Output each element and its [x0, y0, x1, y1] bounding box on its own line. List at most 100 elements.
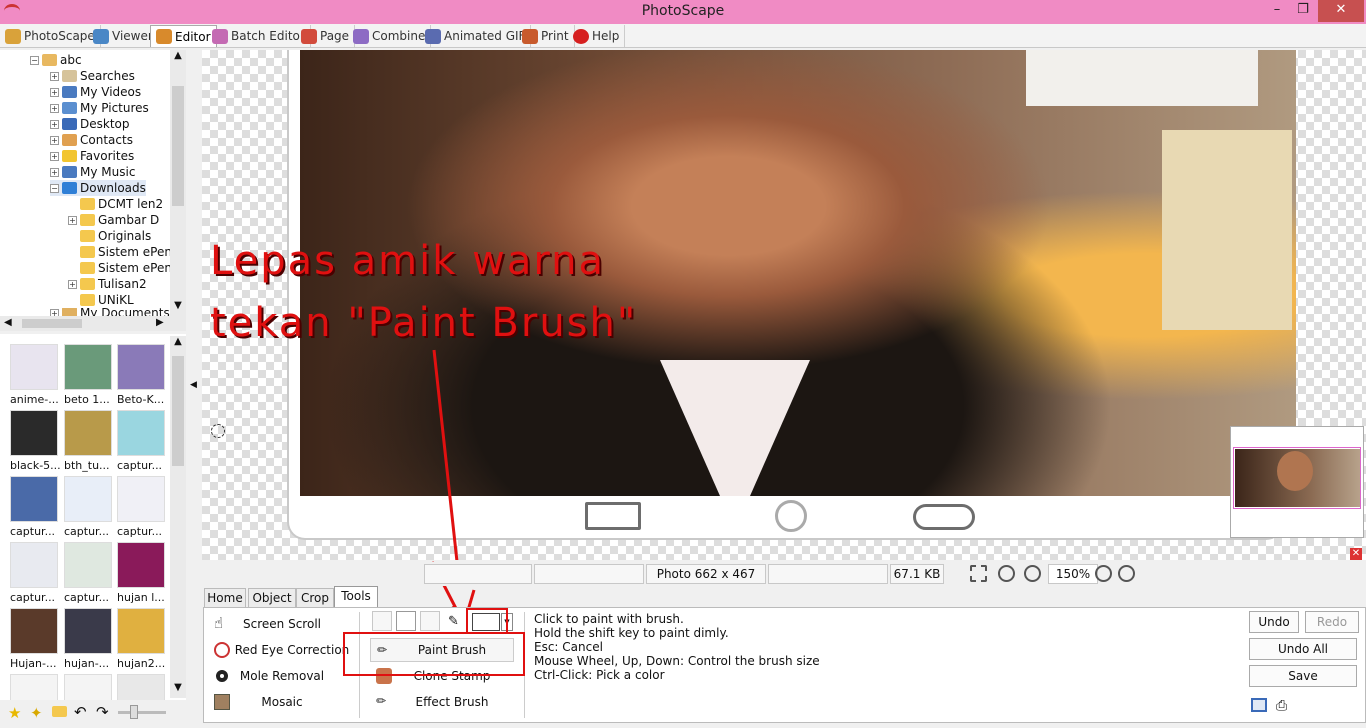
expand-icon[interactable]: +	[50, 87, 59, 97]
folder-tree[interactable]: − abc + Searches + My Videos + My Pictures +…	[0, 50, 186, 318]
tree-item[interactable]: + My Music	[50, 164, 135, 180]
thumbnail[interactable]: hujan-...	[64, 608, 114, 670]
tab-photoscape[interactable]: PhotoScape	[0, 25, 101, 47]
collapse-icon[interactable]: −	[50, 183, 59, 193]
tree-item[interactable]: + Contacts	[50, 132, 133, 148]
back-arrow-icon[interactable]: ↶	[74, 703, 87, 721]
eyedropper-icon[interactable]: ✎	[448, 614, 459, 629]
redo-button[interactable]: Redo	[1305, 611, 1359, 633]
tree-subfolder[interactable]: + Gambar D	[68, 212, 159, 228]
print-icon[interactable]: ⎙	[1276, 698, 1287, 714]
undo-all-button[interactable]: Undo All	[1249, 638, 1357, 660]
tree-item[interactable]: + My Pictures	[50, 100, 149, 116]
thumbnail-grid[interactable]: anime-... beto 1... Beto-K... black-5...…	[0, 334, 186, 700]
tree-subfolder[interactable]: DCMT len2	[68, 196, 163, 212]
thumbnail[interactable]: anime-...	[10, 344, 60, 406]
thumbnail[interactable]: bth_tu...	[64, 410, 114, 472]
tree-item-selected[interactable]: − Downloads	[50, 180, 146, 196]
tree-item[interactable]: + My Videos	[50, 84, 141, 100]
tab-page[interactable]: Page	[296, 25, 356, 47]
tree-subfolder[interactable]: + Tulisan2	[68, 276, 147, 292]
scroll-right-icon[interactable]: ▶	[156, 317, 164, 328]
tree-subfolder[interactable]: Originals	[68, 228, 151, 244]
collapse-panel-icon[interactable]: ◀	[190, 380, 197, 390]
expand-icon[interactable]: +	[50, 135, 59, 145]
mosaic-tool[interactable]: Mosaic	[214, 690, 350, 714]
tab-object[interactable]: Object	[248, 588, 296, 608]
fit-to-window-icon[interactable]	[970, 565, 987, 582]
scroll-up-icon[interactable]: ▲	[170, 336, 186, 352]
effect-brush-tool[interactable]: ✏ Effect Brush	[370, 690, 514, 714]
expand-icon[interactable]: +	[68, 215, 77, 225]
red-eye-correction-tool[interactable]: Red Eye Correction	[214, 638, 350, 662]
scroll-up-icon[interactable]: ▲	[170, 50, 186, 66]
thumbnail[interactable]: captur...	[117, 476, 167, 538]
zoom-fit-icon[interactable]	[1024, 565, 1041, 582]
thumbnail[interactable]: Beto-K...	[117, 344, 167, 406]
tab-tools[interactable]: Tools	[334, 586, 378, 608]
tree-subfolder[interactable]: Sistem ePen	[68, 244, 172, 260]
close-window-button[interactable]: ✕	[1318, 0, 1364, 22]
mole-removal-tool[interactable]: Mole Removal	[214, 664, 350, 688]
add-favorite-icon[interactable]: ✦	[30, 704, 43, 722]
close-preview-icon[interactable]: ✕	[1350, 548, 1362, 560]
preview-viewport[interactable]	[1233, 447, 1361, 509]
thumbnail[interactable]	[64, 674, 114, 700]
thumbnail-size-slider[interactable]	[118, 705, 166, 719]
brush-size-large[interactable]	[420, 611, 440, 631]
scroll-thumb[interactable]	[22, 319, 82, 328]
thumbnail[interactable]: hujan l...	[117, 542, 167, 604]
thumbnail[interactable]: captur...	[10, 476, 60, 538]
editor-canvas[interactable]: Lepas amik warna tekan "Paint Brush"	[202, 50, 1366, 560]
tab-animated-gif[interactable]: Animated GIF	[420, 25, 532, 47]
tab-print[interactable]: Print	[517, 25, 575, 47]
thumbnail[interactable]: black-5...	[10, 410, 61, 472]
slider-handle[interactable]	[130, 705, 138, 719]
scroll-thumb[interactable]	[172, 356, 184, 466]
layers-icon[interactable]	[1251, 698, 1267, 712]
tree-subfolder[interactable]: UNiKL	[68, 292, 134, 308]
thumbnail[interactable]: hujan2...	[117, 608, 167, 670]
minimize-button[interactable]: –	[1264, 0, 1290, 22]
maximize-button[interactable]: ❐	[1290, 0, 1316, 22]
expand-icon[interactable]: +	[50, 167, 59, 177]
favorite-star-icon[interactable]: ★	[8, 704, 21, 722]
save-button[interactable]: Save	[1249, 665, 1357, 687]
tab-crop[interactable]: Crop	[296, 588, 334, 608]
expand-icon[interactable]: +	[50, 151, 59, 161]
tree-vertical-scrollbar[interactable]: ▲ ▼	[170, 50, 186, 316]
panel-splitter[interactable]: ◀	[186, 50, 202, 728]
tab-home[interactable]: Home	[204, 588, 246, 608]
expand-icon[interactable]: +	[50, 119, 59, 129]
tab-help[interactable]: Help	[568, 25, 626, 47]
tree-item[interactable]: + Favorites	[50, 148, 134, 164]
expand-icon[interactable]: +	[68, 279, 77, 289]
tree-item-root[interactable]: − abc	[30, 52, 82, 68]
actual-size-icon[interactable]	[998, 565, 1015, 582]
tree-subfolder[interactable]: Sistem ePen	[68, 260, 172, 276]
tree-item[interactable]: + Searches	[50, 68, 135, 84]
thumbnail[interactable]: beto 1...	[64, 344, 114, 406]
thumbnail[interactable]	[10, 674, 60, 700]
expand-icon[interactable]: +	[50, 71, 59, 81]
scroll-left-icon[interactable]: ◀	[4, 317, 12, 328]
scroll-thumb[interactable]	[172, 86, 184, 206]
brush-size-small[interactable]	[372, 611, 392, 631]
undo-button[interactable]: Undo	[1249, 611, 1299, 633]
collapse-icon[interactable]: −	[30, 55, 39, 65]
scroll-down-icon[interactable]: ▼	[170, 300, 186, 316]
zoom-out-icon[interactable]	[1118, 565, 1135, 582]
tree-item[interactable]: + Desktop	[50, 116, 130, 132]
thumbnail[interactable]: captur...	[10, 542, 60, 604]
thumbnail[interactable]: captur...	[117, 410, 167, 472]
brush-size-medium[interactable]	[396, 611, 416, 631]
forward-arrow-icon[interactable]: ↷	[96, 703, 109, 721]
thumbnail[interactable]: captur...	[64, 542, 114, 604]
tab-combine[interactable]: Combine	[348, 25, 432, 47]
navigator-preview[interactable]	[1230, 426, 1364, 538]
scroll-down-icon[interactable]: ▼	[170, 682, 186, 698]
tab-viewer[interactable]: Viewer	[88, 25, 159, 47]
zoom-level[interactable]: 150%	[1048, 564, 1098, 584]
expand-icon[interactable]: +	[50, 103, 59, 113]
thumbnail-scrollbar[interactable]: ▲ ▼	[170, 336, 186, 698]
